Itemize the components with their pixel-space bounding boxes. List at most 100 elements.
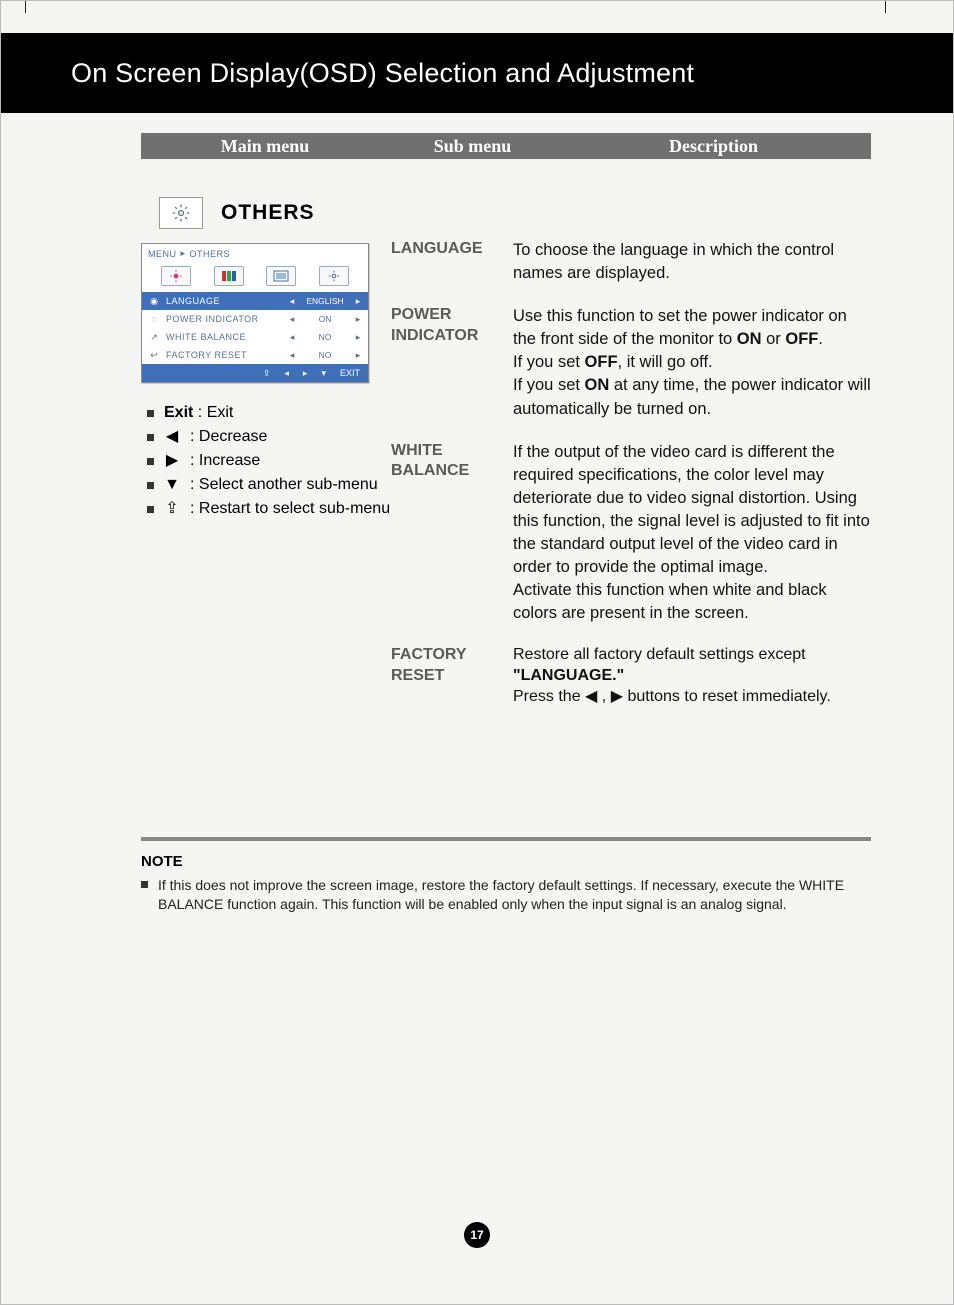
lamp-icon: ◌ (148, 314, 160, 324)
triangle-left-icon[interactable]: ◂ (288, 332, 296, 343)
column-header-row: Main menu Sub menu Description (141, 133, 871, 159)
description-text: If the output of the video card is diffe… (513, 441, 871, 626)
triangle-left-icon[interactable]: ◂ (288, 296, 296, 307)
col-sub: Sub menu (385, 136, 560, 157)
row-language: LANGUAGE To choose the language in which… (391, 239, 871, 285)
text: or (762, 330, 786, 348)
bullet-icon (147, 482, 154, 489)
osd-row-label: FACTORY RESET (166, 350, 282, 360)
up-return-icon: ⇪ (164, 497, 180, 521)
up-return-icon[interactable]: ⇪ (263, 368, 271, 379)
bold-on: ON (585, 376, 610, 394)
crop-marks (1, 1, 953, 21)
text: , (597, 688, 610, 705)
legend-key: Exit (164, 404, 193, 421)
triangle-left-icon[interactable]: ◂ (288, 314, 296, 325)
page-number: 17 (464, 1222, 490, 1248)
bullet-icon (147, 458, 154, 465)
page-title-bar: On Screen Display(OSD) Selection and Adj… (71, 49, 694, 97)
triangle-right-icon[interactable]: ▸ (303, 368, 308, 379)
triangle-right-icon: ▸ (181, 248, 186, 259)
triangle-down-icon[interactable]: ▾ (321, 368, 326, 379)
legend-val: : Decrease (190, 425, 267, 449)
bullet-icon (147, 434, 154, 441)
submenu-label: POWER INDICATOR (391, 305, 513, 420)
legend-val: : Increase (190, 449, 260, 473)
submenu-label: LANGUAGE (391, 239, 513, 285)
text: If you set (513, 353, 585, 371)
triangle-right-icon[interactable]: ▸ (354, 296, 362, 307)
triangle-right-icon[interactable]: ▸ (354, 332, 362, 343)
page-title: On Screen Display(OSD) Selection and Adj… (71, 58, 694, 89)
text: Activate this function when white and bl… (513, 581, 827, 622)
osd-row-power-indicator[interactable]: ◌ POWER INDICATOR ◂ ON ▸ (142, 310, 368, 328)
bullet-icon (147, 506, 154, 513)
osd-row-white-balance[interactable]: ↗ WHITE BALANCE ◂ NO ▸ (142, 328, 368, 346)
descriptions: LANGUAGE To choose the language in which… (391, 239, 871, 728)
osd-tab-screen[interactable] (266, 266, 296, 286)
col-desc: Description (560, 136, 867, 157)
bold-language: "LANGUAGE." (513, 667, 624, 684)
osd-nav-bar: ⇪ ◂ ▸ ▾ EXIT (142, 364, 368, 382)
osd-breadcrumb: MENU ▸ OTHERS (142, 244, 368, 263)
section-header: OTHERS (159, 197, 871, 229)
osd-row-value: NO (302, 350, 348, 360)
bullet-icon (147, 410, 154, 417)
triangle-left-icon[interactable]: ◂ (288, 350, 296, 361)
section-divider (141, 837, 871, 841)
triangle-right-icon[interactable]: ▸ (354, 314, 362, 325)
note-body: If this does not improve the screen imag… (141, 876, 871, 914)
legend-val: : Select another sub-menu (190, 473, 378, 497)
row-white-balance: WHITE BALANCE If the output of the video… (391, 441, 871, 626)
osd-list: ◉ LANGUAGE ◂ ENGLISH ▸ ◌ POWER INDICATOR… (142, 292, 368, 364)
bold-on: ON (737, 330, 762, 348)
osd-row-value: ON (302, 314, 348, 324)
nav-exit[interactable]: EXIT (340, 368, 360, 378)
breadcrumb-menu: MENU (148, 249, 177, 259)
osd-panel: MENU ▸ OTHERS ◉ LANGUAGE ◂ ENGLISH ▸ (141, 243, 369, 383)
content-area: Main menu Sub menu Description OTHERS ME… (141, 133, 871, 521)
legend-val: : Exit (198, 404, 234, 421)
submenu-label: FACTORY RESET (391, 645, 513, 707)
gear-icon (159, 197, 203, 229)
col-main: Main menu (145, 136, 385, 157)
curve-icon: ↗ (148, 332, 160, 343)
legend-val: : Restart to select sub-menu (190, 497, 390, 521)
osd-row-label: LANGUAGE (166, 296, 282, 306)
note-block: NOTE If this does not improve the screen… (141, 853, 871, 914)
triangle-right-icon: ▶ (611, 688, 623, 705)
bullet-icon (141, 881, 148, 888)
text: If you set (513, 376, 585, 394)
osd-row-value: NO (302, 332, 348, 342)
bold-off: OFF (585, 353, 618, 371)
row-power-indicator: POWER INDICATOR Use this function to set… (391, 305, 871, 420)
section-label: OTHERS (221, 201, 315, 225)
description-text: Use this function to set the power indic… (513, 305, 871, 420)
osd-row-language[interactable]: ◉ LANGUAGE ◂ ENGLISH ▸ (142, 292, 368, 310)
triangle-left-icon[interactable]: ◂ (284, 368, 289, 379)
return-icon: ↩ (148, 350, 160, 361)
text: If the output of the video card is diffe… (513, 443, 870, 576)
note-text: If this does not improve the screen imag… (158, 876, 871, 914)
submenu-label: WHITE BALANCE (391, 441, 513, 626)
triangle-down-icon: ▼ (164, 473, 180, 497)
note-title: NOTE (141, 853, 871, 870)
osd-tabs (142, 263, 368, 292)
text: buttons to reset immediately. (623, 688, 831, 705)
osd-row-label: POWER INDICATOR (166, 314, 282, 324)
text: , it will go off. (618, 353, 713, 371)
row-factory-reset: FACTORY RESET Restore all factory defaul… (391, 645, 871, 707)
description-text: To choose the language in which the cont… (513, 239, 871, 285)
osd-row-value: ENGLISH (302, 296, 348, 306)
globe-icon: ◉ (148, 296, 160, 307)
osd-row-factory-reset[interactable]: ↩ FACTORY RESET ◂ NO ▸ (142, 346, 368, 364)
text: Press the (513, 688, 585, 705)
triangle-left-icon: ◀ (585, 688, 597, 705)
triangle-left-icon: ◀ (164, 425, 180, 449)
text: Restore all factory default settings exc… (513, 646, 806, 663)
osd-tab-brightness[interactable] (161, 266, 191, 286)
bold-off: OFF (785, 330, 818, 348)
osd-tab-color[interactable] (214, 266, 244, 286)
osd-tab-others[interactable] (319, 266, 349, 286)
triangle-right-icon[interactable]: ▸ (354, 350, 362, 361)
